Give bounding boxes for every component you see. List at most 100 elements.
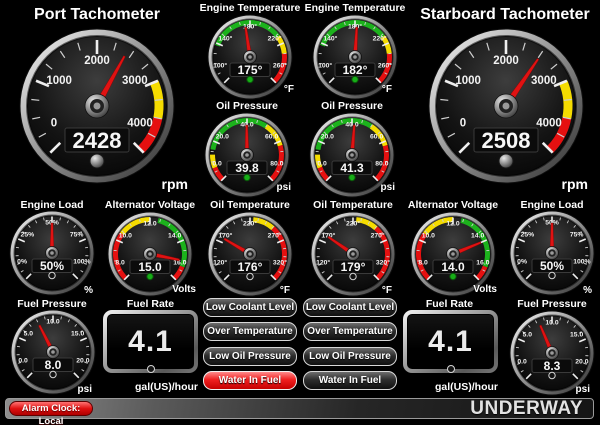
warning-low-oil-pressure-starboard[interactable]: Low Oil Pressure (303, 347, 397, 366)
svg-text:260°: 260° (273, 62, 287, 70)
port-fuel-pressure-unit: psi (72, 384, 92, 395)
svg-text:20.0: 20.0 (76, 358, 89, 365)
starboard-engine-load-unit: % (576, 285, 592, 296)
warning-water-in-fuel-starboard[interactable]: Water In Fuel (303, 371, 397, 390)
svg-text:0.0: 0.0 (212, 161, 222, 168)
alt_voltage_port-value: 15.0 (138, 260, 162, 274)
svg-text:270°: 270° (371, 232, 385, 240)
svg-text:140°: 140° (218, 35, 232, 43)
engine_temp_port-value: 175° (238, 63, 263, 77)
port-rpm-unit: rpm (150, 176, 188, 192)
svg-text:0.0: 0.0 (317, 161, 327, 168)
svg-text:80.0: 80.0 (375, 161, 388, 168)
svg-text:4000: 4000 (127, 117, 153, 129)
svg-text:100°: 100° (213, 62, 227, 70)
engine_load_port-dial: 0%25%50%75%100%50% (9, 210, 95, 296)
svg-text:25%: 25% (521, 232, 535, 239)
starboard-fuel-rate-value: 4.1 (428, 325, 473, 359)
svg-text:60.0: 60.0 (265, 134, 278, 141)
svg-text:4000: 4000 (536, 117, 562, 129)
svg-text:220°: 220° (346, 219, 360, 227)
port-fuel-rate-knob (147, 365, 155, 373)
starboard-fuel-rate-unit: gal(US)/hour (426, 381, 498, 393)
svg-text:3000: 3000 (122, 75, 148, 87)
svg-text:100%: 100% (573, 259, 590, 266)
warning-over-temperature-port[interactable]: Over Temperature (203, 322, 297, 341)
svg-text:100%: 100% (73, 259, 90, 266)
engine_load_port-knob (49, 272, 55, 278)
port-engine-load-unit: % (77, 285, 93, 296)
svg-text:60.0: 60.0 (370, 134, 383, 141)
svg-text:0.0: 0.0 (18, 358, 28, 365)
alt_voltage_stbd-value: 14.0 (441, 260, 465, 274)
svg-text:2000: 2000 (493, 55, 519, 67)
fuel_pressure_port-dial: 0.05.010.015.020.08.0 (10, 309, 96, 395)
starboard-alt-voltage-title: Alternator Voltage (399, 199, 507, 211)
svg-text:20.0: 20.0 (216, 134, 229, 141)
svg-text:75%: 75% (570, 232, 584, 239)
svg-text:180°: 180° (348, 22, 362, 30)
port-tachometer-gauge: 0 1000 2000 3000 4000 2428 (18, 27, 176, 190)
alarm-clock-button[interactable]: Alarm Clock: Local (9, 401, 93, 416)
svg-text:320°: 320° (273, 259, 287, 267)
svg-text:40.0: 40.0 (345, 121, 358, 128)
starboard-alt-voltage-unit: Volts (465, 284, 497, 295)
oil_temp_stbd-knob (350, 273, 356, 279)
starboard-oil-pressure-unit: psi (375, 182, 395, 193)
svg-text:10.0: 10.0 (46, 318, 59, 325)
starboard-oil-temp-unit: °F (372, 285, 392, 296)
engine_load_stbd-dial: 0%25%50%75%100%50% (509, 210, 595, 296)
svg-text:10.0: 10.0 (422, 233, 435, 240)
svg-text:0: 0 (51, 117, 57, 129)
starboard-fuel-pressure-unit: psi (570, 384, 590, 395)
svg-text:2000: 2000 (84, 55, 110, 67)
starboard-engine-temp-title: Engine Temperature (301, 2, 409, 14)
svg-text:16.0: 16.0 (476, 260, 489, 267)
svg-text:320°: 320° (376, 259, 390, 267)
warning-low-coolant-starboard[interactable]: Low Coolant Level (303, 298, 397, 317)
starboard-rpm-unit: rpm (550, 176, 588, 192)
starboard-fuel-rate-knob (447, 365, 455, 373)
fuel_pressure_stbd-value: 8.3 (544, 359, 561, 373)
port_tach-value: 2428 (73, 128, 122, 153)
svg-text:25%: 25% (21, 232, 35, 239)
oil_pressure_port-status-led (244, 174, 250, 180)
port-fuel-rate-screen: 4.1 (107, 314, 194, 369)
oil_pressure_stbd-status-led (349, 174, 355, 180)
svg-text:8.0: 8.0 (115, 260, 125, 267)
vessel-status-label: UNDERWAY (470, 399, 583, 420)
svg-text:3000: 3000 (531, 75, 557, 87)
fuel_pressure_port-value: 8.0 (45, 358, 62, 372)
svg-text:5.0: 5.0 (24, 331, 34, 338)
svg-text:1000: 1000 (46, 75, 72, 87)
svg-text:20.0: 20.0 (321, 134, 334, 141)
engine_temp_stbd-value: 182° (343, 63, 368, 77)
warning-low-oil-pressure-port[interactable]: Low Oil Pressure (203, 347, 297, 366)
engine-monitor-dashboard: Port Tachometer Starboard Tachometer Eng… (0, 0, 600, 425)
svg-text:0.0: 0.0 (517, 359, 527, 366)
engine_load_stbd-value: 50% (540, 259, 564, 273)
fuel_pressure_port-knob (50, 371, 56, 377)
svg-text:270°: 270° (268, 232, 282, 240)
svg-text:5.0: 5.0 (523, 332, 533, 339)
svg-text:12.0: 12.0 (143, 220, 156, 227)
status-bar: Alarm Clock: Local UNDERWAY (5, 398, 594, 419)
warning-over-temperature-starboard[interactable]: Over Temperature (303, 322, 397, 341)
oil_pressure_stbd-value: 41.3 (340, 161, 364, 175)
oil_temp_port-value: 176° (238, 260, 263, 274)
alt_voltage_stbd-status-led (450, 273, 456, 279)
port-engine-temp-unit: °F (274, 84, 294, 95)
port-alt-voltage-unit: Volts (164, 284, 196, 295)
svg-text:75%: 75% (70, 232, 84, 239)
svg-text:20.0: 20.0 (575, 359, 588, 366)
stbd_tach-dial: 010002000300040002508 (427, 27, 585, 185)
warning-water-in-fuel-port[interactable]: Water In Fuel (203, 371, 297, 390)
svg-text:260°: 260° (378, 62, 392, 70)
port-oil-temp-unit: °F (270, 285, 290, 296)
stbd_tach-knob (499, 154, 513, 168)
svg-text:140°: 140° (323, 35, 337, 43)
svg-text:220°: 220° (243, 219, 257, 227)
warning-low-coolant-port[interactable]: Low Coolant Level (203, 298, 297, 317)
port_tach-knob (90, 154, 104, 168)
starboard-tachometer-gauge: 010002000300040002508 (427, 27, 585, 190)
